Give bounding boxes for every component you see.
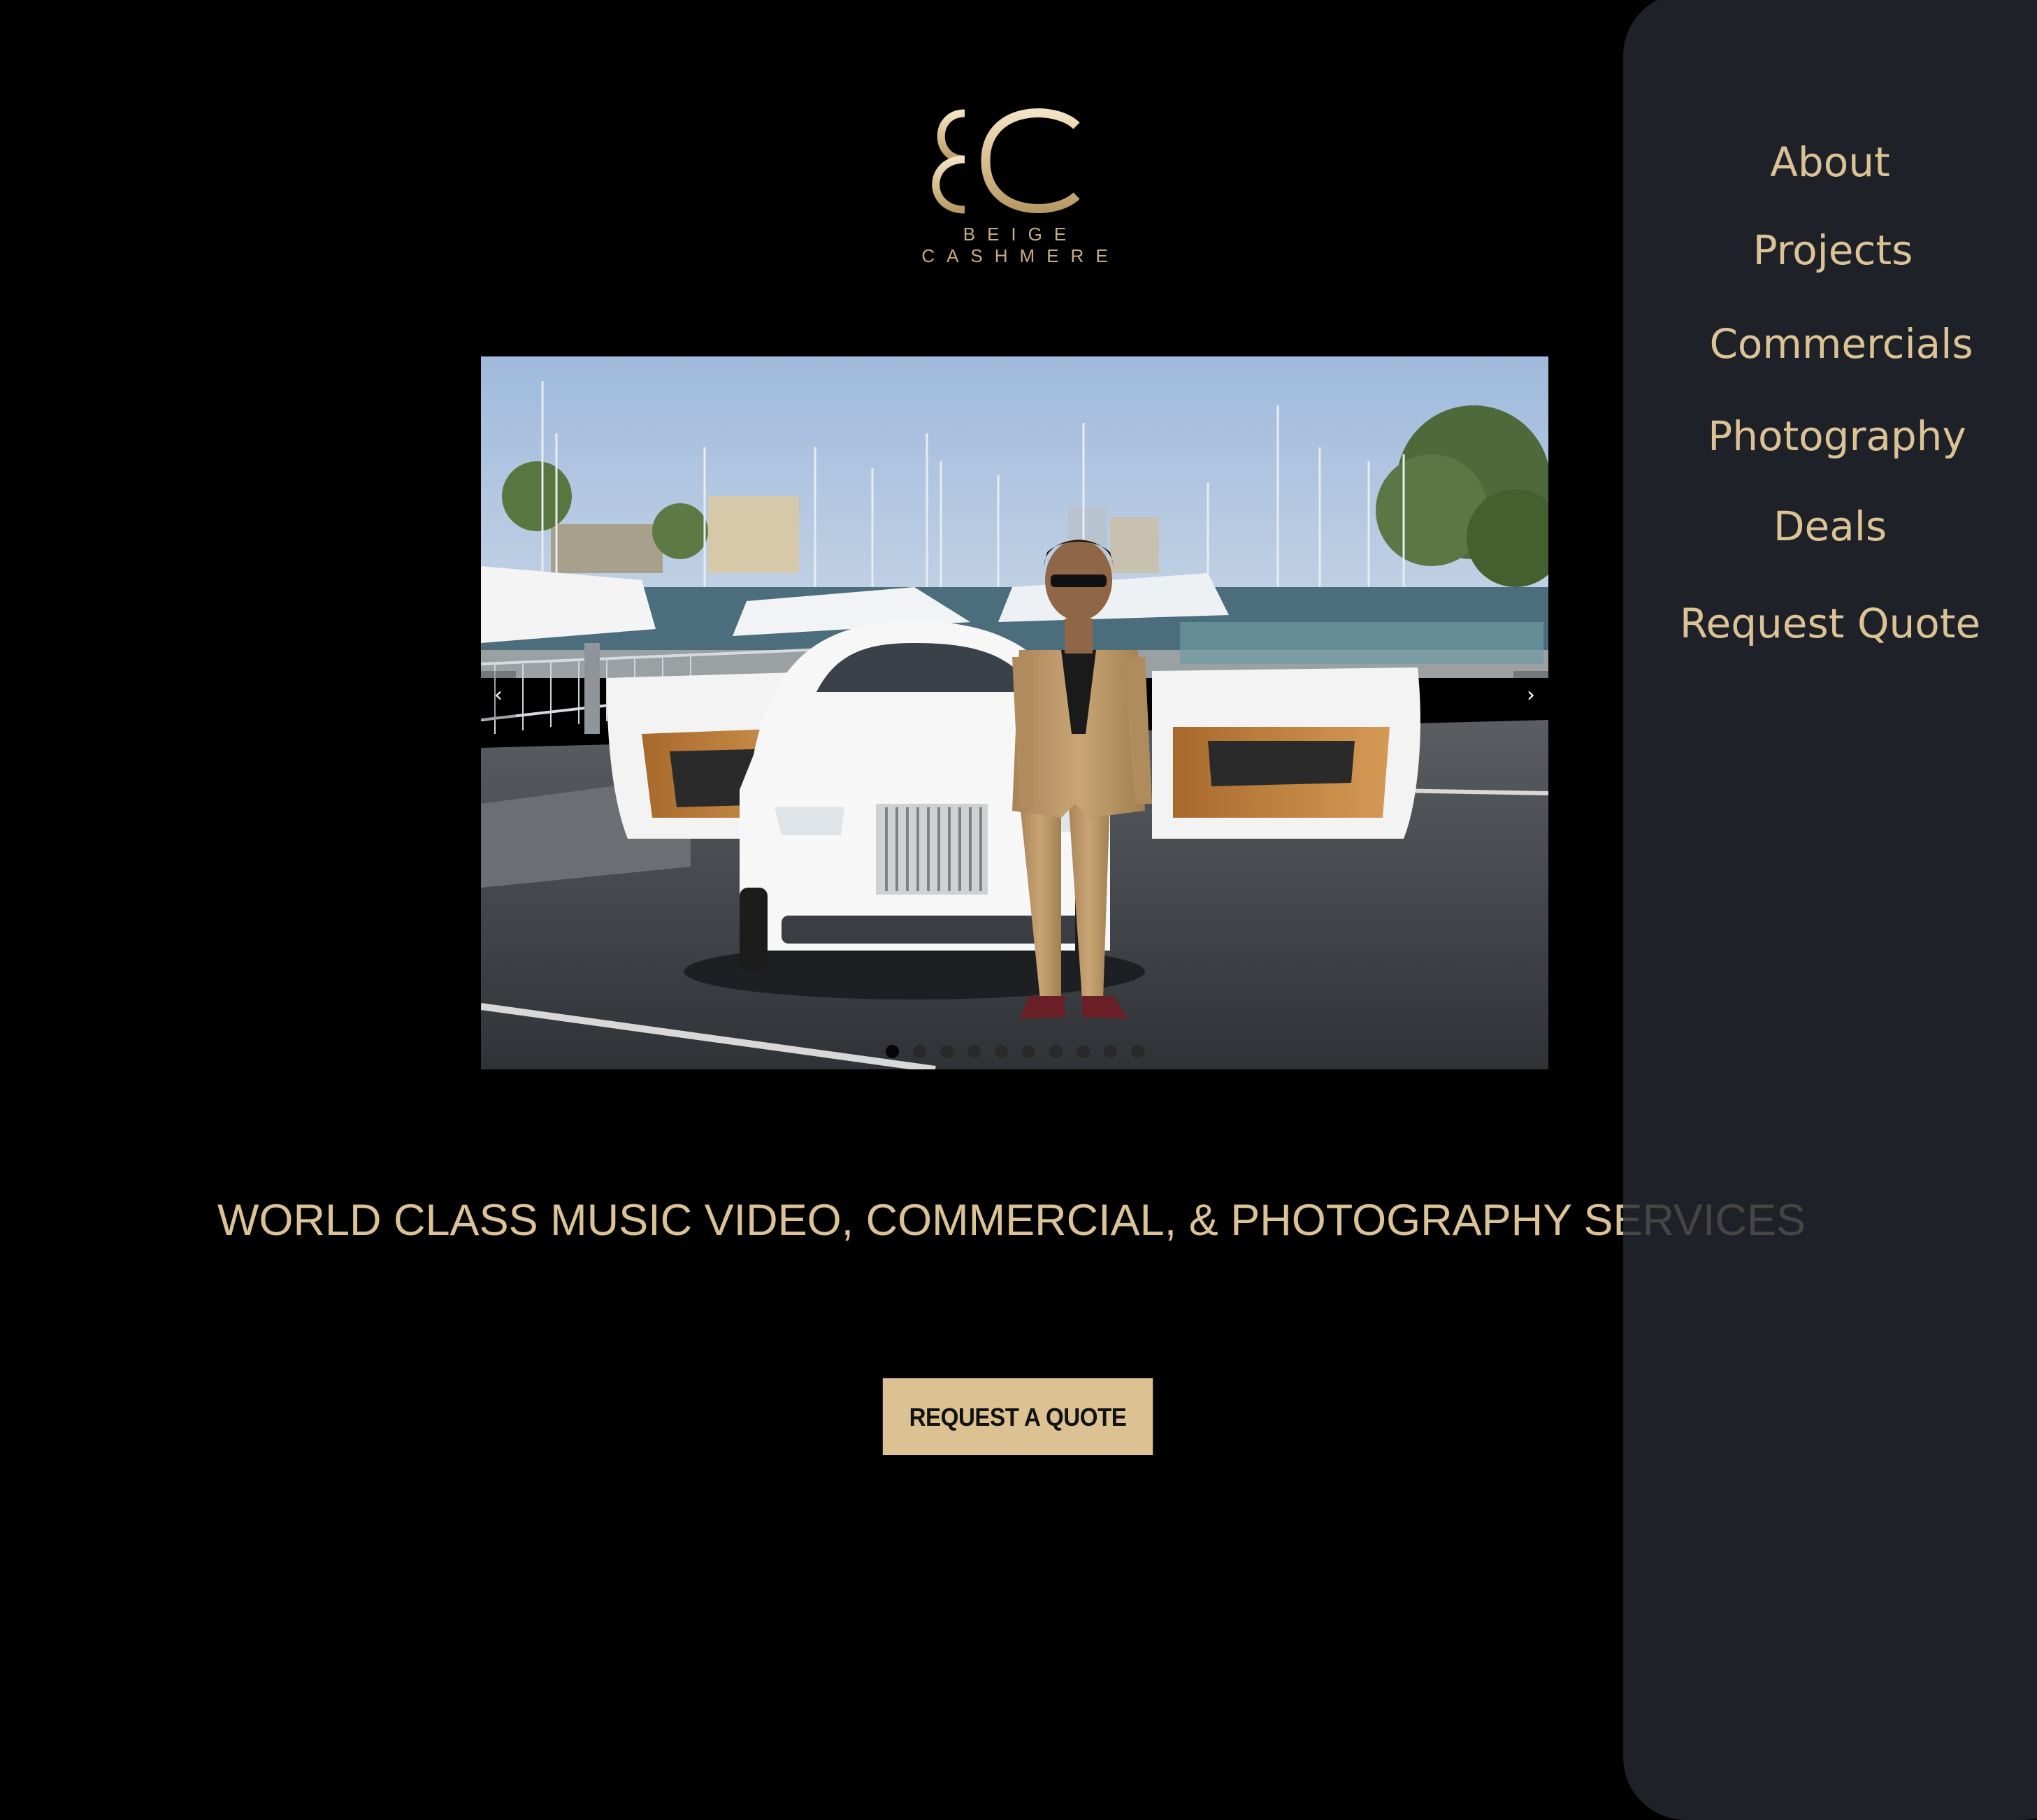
slider-dot[interactable] — [1049, 1045, 1063, 1058]
nav-item-commercials[interactable]: Commercials — [1623, 320, 2037, 368]
site-logo[interactable]: BEIGE CASHMERE — [867, 105, 1174, 266]
page: BEIGE CASHMERE ‹ › WORLD CLASS MUSIC VID… — [0, 0, 2037, 1820]
brand-wordmark: BEIGE CASHMERE — [921, 224, 1120, 266]
nav-item-deals[interactable]: Deals — [1623, 503, 2037, 550]
slider-dot[interactable] — [940, 1045, 953, 1058]
slider-next-button[interactable]: › — [1513, 671, 1548, 720]
chevron-left-icon: ‹ — [494, 683, 503, 707]
slider-dot[interactable] — [1021, 1045, 1035, 1058]
slider-dot[interactable] — [1103, 1045, 1117, 1058]
slider-dot[interactable] — [994, 1045, 1008, 1058]
slider-pagination — [481, 1045, 1548, 1058]
slider-prev-button[interactable]: ‹ — [481, 671, 516, 720]
slide-photo — [481, 356, 1548, 1069]
bc-monogram — [932, 108, 1080, 214]
slider-dot[interactable] — [885, 1045, 899, 1058]
nav-item-about[interactable]: About — [1623, 138, 2037, 186]
nav-item-request-quote[interactable]: Request Quote — [1623, 600, 2037, 647]
slider-dot[interactable] — [967, 1045, 981, 1058]
hero-slider[interactable]: ‹ › — [481, 356, 1548, 1069]
request-quote-button[interactable]: REQUEST A QUOTE — [882, 1378, 1153, 1455]
slider-dot[interactable] — [912, 1045, 926, 1058]
nav-item-photography[interactable]: Photography — [1623, 412, 2037, 460]
nav-item-projects[interactable]: Projects — [1623, 226, 2037, 274]
chevron-right-icon: › — [1527, 683, 1535, 707]
slider-dot[interactable] — [1130, 1045, 1144, 1058]
slider-dot[interactable] — [1076, 1045, 1090, 1058]
